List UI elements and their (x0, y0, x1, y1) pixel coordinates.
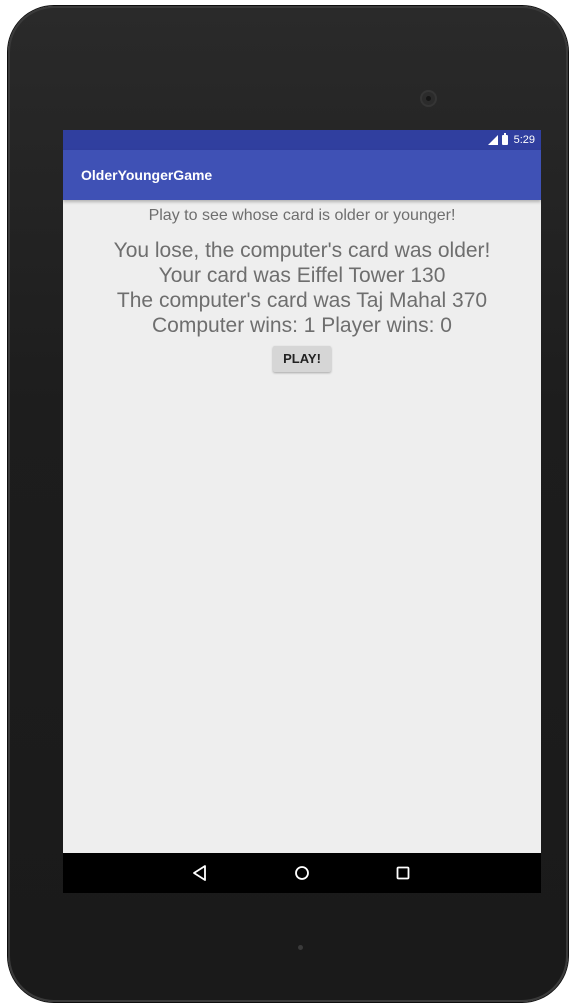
computer-card-text: The computer's card was Taj Mahal 370 (116, 289, 488, 312)
app-screen: 5:29 OlderYoungerGame Play to see whose … (63, 130, 541, 893)
instruction-text: Play to see whose card is older or young… (148, 207, 456, 224)
score-text: Computer wins: 1 Player wins: 0 (152, 314, 452, 337)
result-block: You lose, the computer's card was older!… (63, 238, 541, 338)
player-card-text: Your card was Eiffel Tower 130 (158, 264, 446, 287)
app-bar: OlderYoungerGame (63, 150, 541, 200)
home-icon[interactable] (290, 861, 314, 885)
recents-icon[interactable] (391, 861, 415, 885)
front-camera (422, 92, 435, 105)
app-title: OlderYoungerGame (81, 167, 213, 183)
battery-icon (501, 133, 508, 145)
tablet-device-frame: 5:29 OlderYoungerGame Play to see whose … (8, 6, 568, 1002)
back-icon[interactable] (188, 861, 212, 885)
play-button[interactable]: PLAY! (273, 346, 331, 372)
main-content: Play to see whose card is older or young… (63, 200, 541, 372)
microphone-hole (298, 945, 303, 950)
status-bar: 5:29 (63, 130, 541, 150)
signal-icon (487, 135, 498, 145)
status-time: 5:29 (513, 134, 535, 146)
status-icons: 5:29 (487, 133, 535, 147)
result-outcome-text: You lose, the computer's card was older! (113, 239, 491, 262)
navigation-bar (63, 853, 541, 893)
